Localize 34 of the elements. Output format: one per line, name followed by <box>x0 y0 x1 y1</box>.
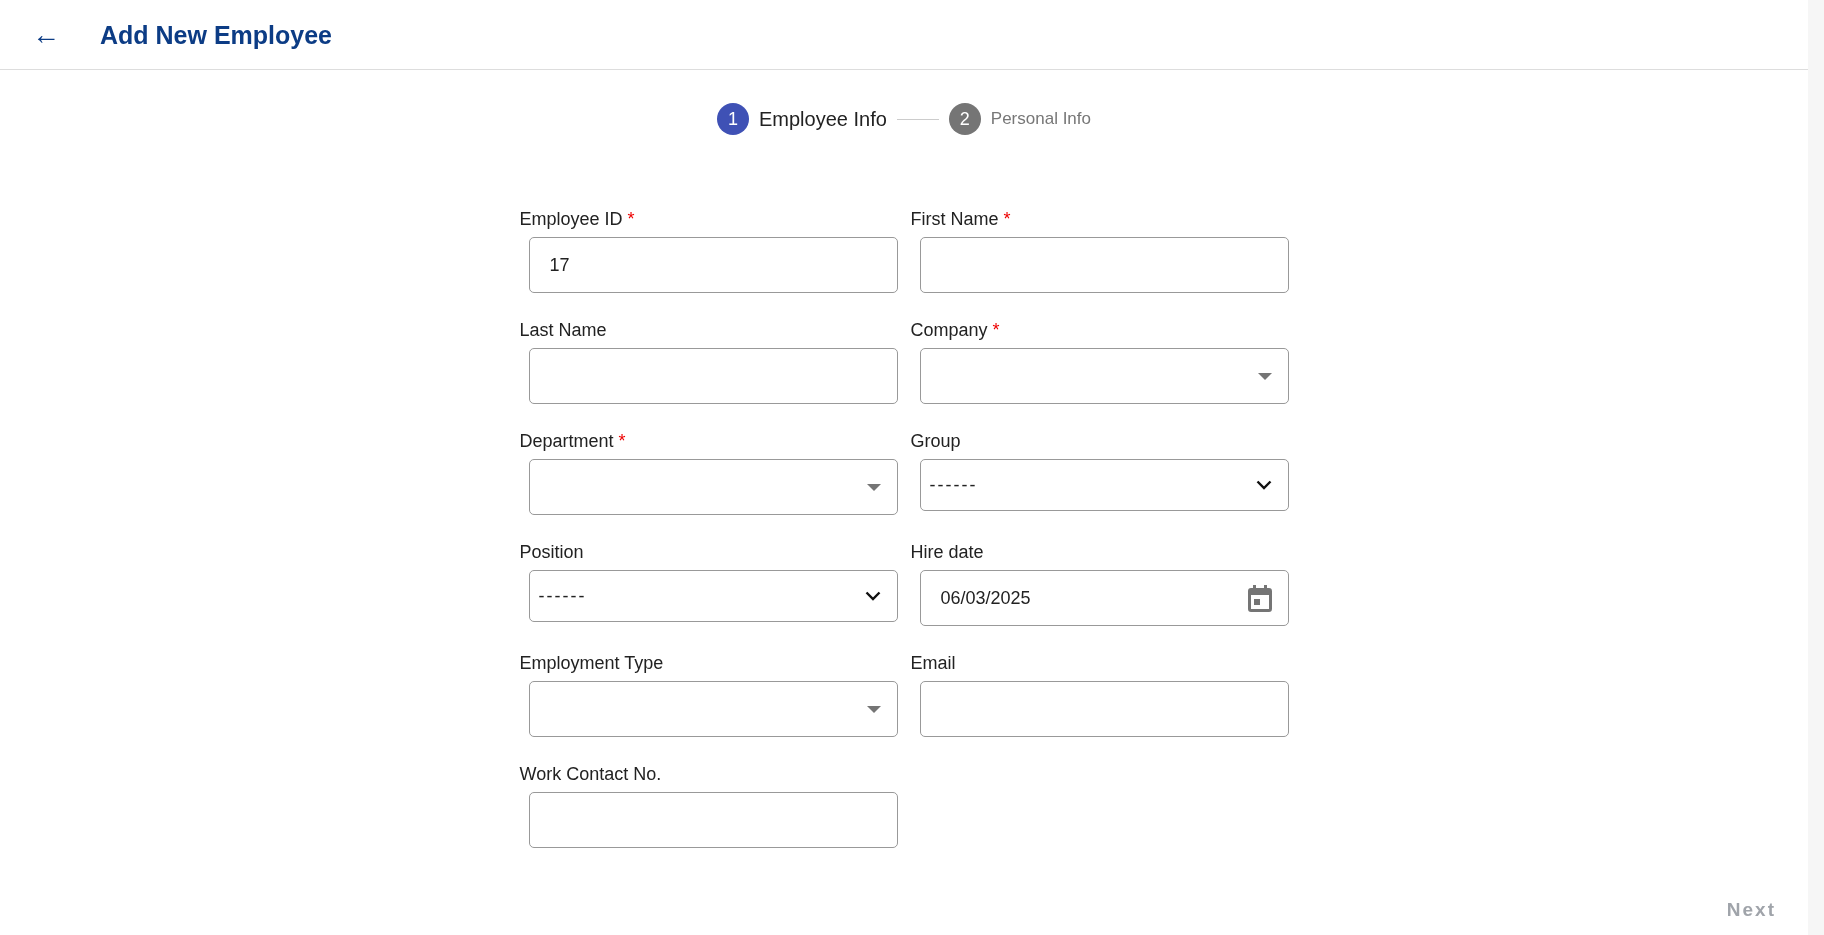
chevron-down-icon <box>1255 480 1272 490</box>
step-label[interactable]: Personal Info <box>990 106 1091 132</box>
field-label: Position <box>519 541 585 564</box>
input-field[interactable]: 17 <box>528 237 898 293</box>
dropdown-field[interactable] <box>919 348 1289 404</box>
field-label: Email <box>910 652 957 675</box>
dropdown-field[interactable] <box>528 459 898 515</box>
calendar-icon <box>1247 584 1272 612</box>
input-field[interactable] <box>919 681 1289 737</box>
field-label: Last Name <box>519 319 608 342</box>
dropdown-field[interactable] <box>528 681 898 737</box>
field-label: First Name * <box>910 208 1012 231</box>
select-field[interactable]: ------ <box>919 459 1289 511</box>
back-button[interactable]: ← <box>28 20 64 49</box>
field-label: Company * <box>910 319 1001 342</box>
field-label: Hire date <box>910 541 985 564</box>
field-label: Group <box>910 430 962 453</box>
step-number: 2 <box>948 103 981 135</box>
field-label: Work Contact No. <box>519 763 663 786</box>
input-field[interactable] <box>528 792 898 848</box>
field-label: Employment Type <box>519 652 665 675</box>
date-field[interactable]: 06/03/2025 <box>919 570 1289 626</box>
dropdown-triangle-icon <box>866 705 881 713</box>
input-field[interactable] <box>919 237 1289 293</box>
field-label: Employee ID * <box>519 208 636 231</box>
select-field[interactable]: ------ <box>528 570 898 622</box>
step-number: 1 <box>716 103 749 135</box>
chevron-down-icon <box>864 591 881 601</box>
input-field[interactable] <box>528 348 898 404</box>
dropdown-triangle-icon <box>1257 372 1272 380</box>
step-label[interactable]: Employee Info <box>758 104 887 134</box>
field-label: Department * <box>519 430 627 453</box>
dropdown-triangle-icon <box>866 483 881 491</box>
page-title: Add New Employee <box>100 19 332 50</box>
